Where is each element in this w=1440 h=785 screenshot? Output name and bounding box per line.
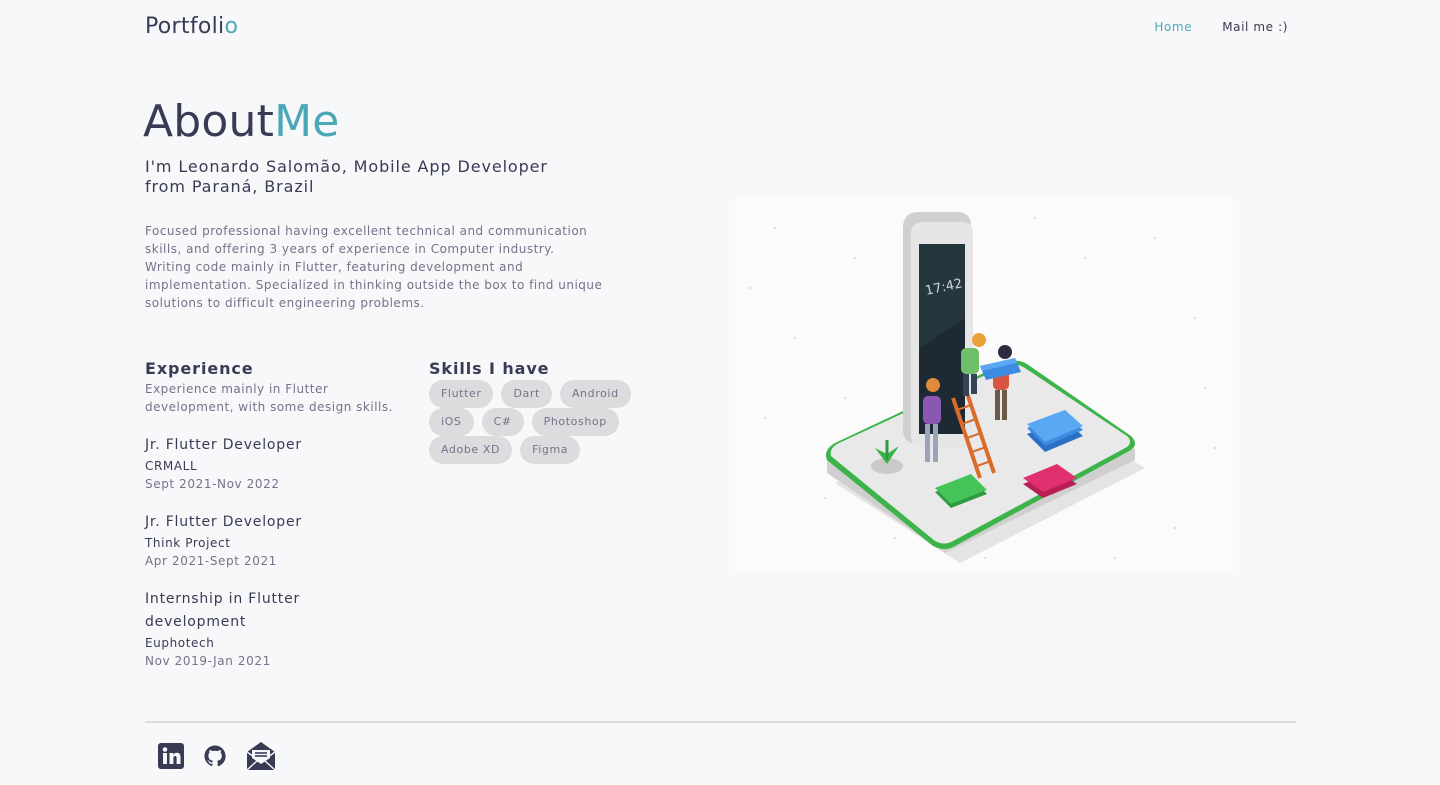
- experience-description: Experience mainly in Flutter development…: [145, 382, 393, 414]
- skill-chip: Photoshop: [531, 408, 619, 436]
- intro-subtitle: I'm Leonardo Salomão, Mobile App Develop…: [145, 157, 548, 196]
- intro-description: Focused professional having excellent te…: [145, 224, 603, 310]
- experience-heading: Experience: [145, 359, 254, 378]
- job-item: Internship in Flutter development Euphot…: [145, 588, 405, 670]
- isometric-phone-illustration: 17:42: [749, 212, 1216, 563]
- social-links: [157, 740, 277, 772]
- job-company: Euphotech: [145, 636, 215, 650]
- job-item: Jr. Flutter Developer Think Project Apr …: [145, 511, 405, 570]
- skills-section: Skills I have Flutter Dart Android iOS C…: [429, 359, 644, 464]
- page-title: AboutMe: [143, 96, 340, 147]
- page-title-accent: Me: [274, 96, 340, 147]
- experience-section: Experience Experience mainly in Flutter …: [145, 359, 405, 670]
- job-title: Jr. Flutter Developer: [145, 437, 302, 453]
- skills-heading: Skills I have: [429, 359, 550, 378]
- mail-link[interactable]: [245, 740, 277, 772]
- job-dates: Apr 2021-Sept 2021: [145, 554, 277, 568]
- logo-accent: o: [224, 14, 239, 39]
- linkedin-icon: [158, 743, 184, 769]
- job-item: Jr. Flutter Developer CRMALL Sept 2021-N…: [145, 434, 405, 493]
- skill-chip: iOS: [429, 408, 474, 436]
- job-company: Think Project: [145, 536, 231, 550]
- page-title-main: About: [143, 96, 275, 147]
- skills-list: Flutter Dart Android iOS C# Photoshop Ad…: [429, 380, 644, 464]
- job-dates: Sept 2021-Nov 2022: [145, 477, 280, 491]
- nav-home-link[interactable]: Home: [1154, 20, 1192, 34]
- footer-divider: [145, 721, 1296, 723]
- skill-chip: C#: [481, 408, 524, 436]
- logo-main: Portfoli: [145, 14, 225, 39]
- github-icon: [204, 745, 226, 767]
- skill-chip: Adobe XD: [429, 436, 513, 464]
- skill-chip: Android: [559, 380, 631, 408]
- skill-chip: Dart: [501, 380, 552, 408]
- job-dates: Nov 2019-Jan 2021: [145, 654, 271, 668]
- top-nav: Home Mail me :): [1154, 20, 1288, 34]
- skill-chip: Figma: [520, 436, 581, 464]
- job-title: Internship in Flutter development: [145, 591, 301, 630]
- hero-illustration: 17:42: [735, 198, 1233, 572]
- job-company: CRMALL: [145, 459, 198, 473]
- mail-open-icon: [246, 742, 276, 771]
- github-link[interactable]: [203, 744, 227, 768]
- skill-chip: Flutter: [429, 380, 494, 408]
- logo[interactable]: Portfolio: [145, 14, 238, 39]
- job-title: Jr. Flutter Developer: [145, 514, 302, 530]
- linkedin-link[interactable]: [157, 742, 185, 770]
- nav-mail-link[interactable]: Mail me :): [1222, 20, 1288, 34]
- page: Portfolio Home Mail me :) AboutMe I'm Le…: [0, 0, 1440, 785]
